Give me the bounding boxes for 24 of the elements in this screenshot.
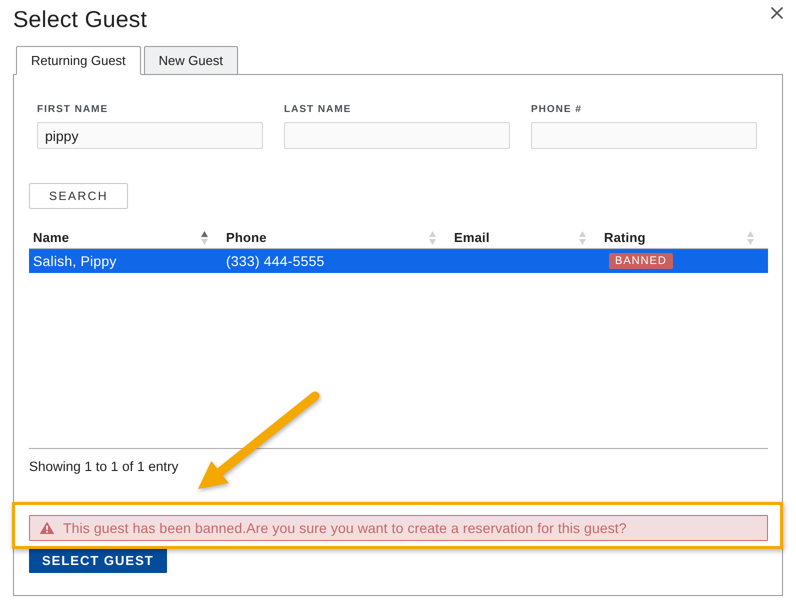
guest-name: Salish, Pippy [33, 253, 117, 269]
rating-tag: BANNED [609, 253, 673, 269]
text-field[interactable]: pippy [37, 122, 263, 149]
field-label: PHONE # [531, 103, 582, 117]
field-label: LAST NAME [284, 103, 352, 117]
text-field[interactable] [531, 122, 757, 149]
column-header[interactable]: Rating [604, 230, 646, 245]
table-row[interactable]: Salish, Pippy (333) 444-5555 BANNED [29, 249, 768, 273]
tab[interactable]: New Guest [144, 46, 238, 75]
field-label: FIRST NAME [37, 103, 108, 117]
sort-icon[interactable] [201, 230, 208, 244]
column-header[interactable]: Name [33, 230, 70, 245]
entries-info: Showing 1 to 1 of 1 entry [29, 458, 180, 476]
warning-icon [40, 522, 54, 534]
column-header[interactable]: Phone [226, 230, 267, 245]
phone-number: (333) 444-5555 [226, 253, 325, 269]
search-button[interactable]: SEARCH [29, 183, 128, 209]
tab[interactable]: Returning Guest [16, 46, 141, 75]
select-guest-button[interactable]: SELECT GUEST [29, 548, 167, 573]
close-icon[interactable] [771, 7, 783, 19]
alert-text: This guest has been banned.Are you sure you want to create a reservation for this guest? [63, 520, 627, 536]
text-field[interactable] [284, 122, 510, 149]
column-header[interactable]: Email [454, 230, 490, 245]
dialog-title: Select Guest [13, 5, 148, 34]
